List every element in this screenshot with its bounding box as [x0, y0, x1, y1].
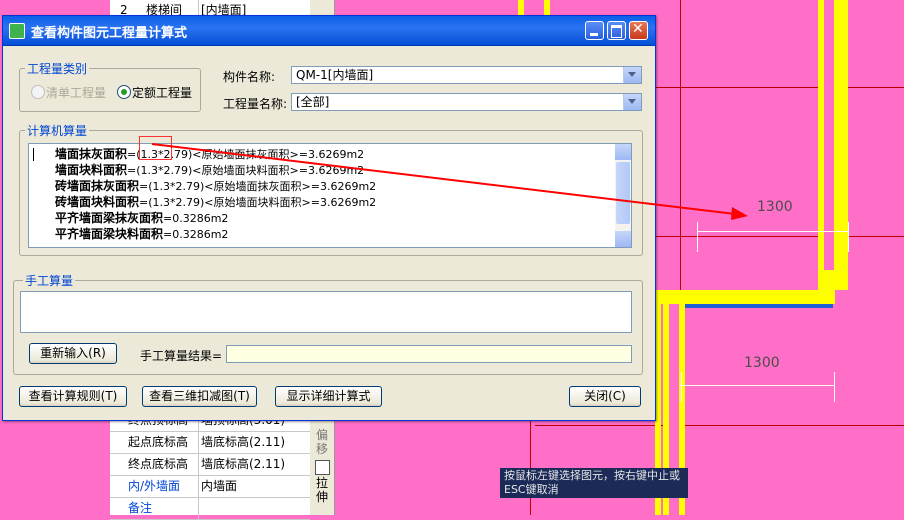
arrow-head: [731, 207, 748, 220]
arrow-line: [151, 143, 736, 215]
annotation-arrow: [151, 143, 748, 220]
